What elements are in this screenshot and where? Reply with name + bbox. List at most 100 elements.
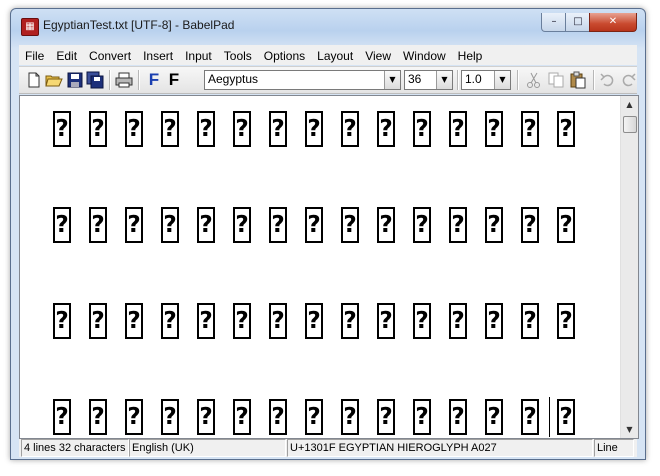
missing-glyph-box: ? [269, 207, 287, 243]
copy-icon[interactable] [547, 71, 565, 89]
status-line-count: 4 lines 32 characters [21, 439, 129, 457]
status-mode: Line [594, 439, 634, 457]
missing-glyph-box: ? [305, 399, 323, 435]
missing-glyph-box: ? [521, 303, 539, 339]
document-editor[interactable]: ????????????????????????????????????????… [19, 95, 639, 439]
menu-window[interactable]: Window [397, 47, 452, 67]
line-spacing-value: 1.0 [465, 72, 482, 86]
cut-icon[interactable] [525, 71, 543, 89]
chevron-down-icon[interactable]: ▼ [384, 71, 400, 89]
missing-glyph-box: ? [521, 207, 539, 243]
menu-convert[interactable]: Convert [83, 47, 137, 67]
font-name-value: Aegyptus [208, 72, 259, 86]
redo-icon[interactable] [619, 71, 637, 89]
undo-icon[interactable] [599, 71, 617, 89]
font-bold-f-button[interactable]: F [145, 71, 163, 89]
save-all-icon[interactable] [86, 71, 104, 89]
menu-options[interactable]: Options [258, 47, 311, 67]
missing-glyph-box: ? [485, 207, 503, 243]
missing-glyph-box: ? [89, 207, 107, 243]
maximize-button[interactable]: □ [565, 13, 591, 32]
paste-icon[interactable] [569, 71, 587, 89]
window-title: EgyptianTest.txt [UTF-8] - BabelPad [43, 18, 235, 32]
missing-glyph-box: ? [125, 111, 143, 147]
missing-glyph-box: ? [377, 399, 395, 435]
close-button[interactable]: ✕ [589, 13, 637, 32]
missing-glyph-box: ? [89, 399, 107, 435]
scroll-down-icon[interactable]: ▼ [621, 421, 638, 438]
missing-glyph-box: ? [269, 303, 287, 339]
missing-glyph-box: ? [521, 111, 539, 147]
toolbar: F F Aegyptus ▼ 36 ▼ 1.0 ▼ [19, 66, 637, 94]
chevron-down-icon[interactable]: ▼ [436, 71, 452, 89]
missing-glyph-box: ? [557, 111, 575, 147]
menu-tools[interactable]: Tools [218, 47, 258, 67]
scroll-thumb[interactable] [623, 116, 637, 133]
text-area[interactable]: ????????????????????????????????????????… [20, 96, 620, 438]
missing-glyph-box: ? [161, 303, 179, 339]
missing-glyph-box: ? [233, 111, 251, 147]
new-file-icon[interactable] [25, 71, 43, 89]
missing-glyph-box: ? [197, 399, 215, 435]
status-char-info: U+1301F EGYPTIAN HIEROGLYPH A027 [287, 439, 593, 457]
missing-glyph-box: ? [413, 111, 431, 147]
missing-glyph-box: ? [485, 399, 503, 435]
toolbar-separator [457, 70, 459, 90]
missing-glyph-box: ? [233, 303, 251, 339]
print-icon[interactable] [115, 71, 133, 89]
missing-glyph-box: ? [377, 111, 395, 147]
chevron-down-icon[interactable]: ▼ [494, 71, 510, 89]
missing-glyph-box: ? [377, 303, 395, 339]
menu-input[interactable]: Input [179, 47, 218, 67]
missing-glyph-box: ? [485, 111, 503, 147]
missing-glyph-box: ? [161, 207, 179, 243]
title-bar[interactable]: ▦ EgyptianTest.txt [UTF-8] - BabelPad – … [11, 9, 645, 39]
vertical-scrollbar[interactable]: ▲ ▼ [620, 96, 638, 438]
font-size-combo[interactable]: 36 ▼ [404, 70, 453, 90]
scroll-up-icon[interactable]: ▲ [621, 96, 638, 113]
open-folder-icon[interactable] [45, 71, 63, 89]
menu-layout[interactable]: Layout [311, 47, 359, 67]
missing-glyph-box: ? [341, 303, 359, 339]
toolbar-separator [517, 70, 519, 90]
status-language: English (UK) [129, 439, 286, 457]
toolbar-separator [109, 70, 111, 90]
missing-glyph-box: ? [305, 303, 323, 339]
missing-glyph-box: ? [233, 399, 251, 435]
missing-glyph-box: ? [125, 303, 143, 339]
menu-help[interactable]: Help [452, 47, 489, 67]
minimize-button[interactable]: – [541, 13, 567, 32]
save-icon[interactable] [66, 71, 84, 89]
missing-glyph-box: ? [377, 207, 395, 243]
missing-glyph-box: ? [125, 207, 143, 243]
missing-glyph-box: ? [233, 207, 251, 243]
font-f-button[interactable]: F [165, 71, 183, 89]
status-bar: 4 lines 32 characters English (UK) U+130… [19, 439, 637, 457]
menu-insert[interactable]: Insert [137, 47, 179, 67]
app-icon[interactable]: ▦ [21, 18, 39, 36]
missing-glyph-box: ? [341, 111, 359, 147]
font-name-combo[interactable]: Aegyptus ▼ [204, 70, 401, 90]
missing-glyph-box: ? [197, 207, 215, 243]
missing-glyph-box: ? [449, 207, 467, 243]
menu-edit[interactable]: Edit [50, 47, 83, 67]
missing-glyph-box: ? [269, 111, 287, 147]
missing-glyph-box: ? [305, 207, 323, 243]
babelpad-window: ▦ EgyptianTest.txt [UTF-8] - BabelPad – … [10, 8, 646, 460]
missing-glyph-box: ? [557, 303, 575, 339]
missing-glyph-box: ? [413, 207, 431, 243]
missing-glyph-box: ? [89, 303, 107, 339]
missing-glyph-box: ? [161, 399, 179, 435]
missing-glyph-box: ? [521, 399, 539, 435]
menu-view[interactable]: View [359, 47, 397, 67]
missing-glyph-box: ? [89, 111, 107, 147]
missing-glyph-box: ? [197, 111, 215, 147]
menu-file[interactable]: File [19, 47, 50, 67]
missing-glyph-box: ? [341, 399, 359, 435]
missing-glyph-box: ? [161, 111, 179, 147]
missing-glyph-box: ? [53, 399, 71, 435]
missing-glyph-box: ? [341, 207, 359, 243]
missing-glyph-box: ? [557, 399, 575, 435]
missing-glyph-box: ? [305, 111, 323, 147]
line-spacing-combo[interactable]: 1.0 ▼ [461, 70, 511, 90]
